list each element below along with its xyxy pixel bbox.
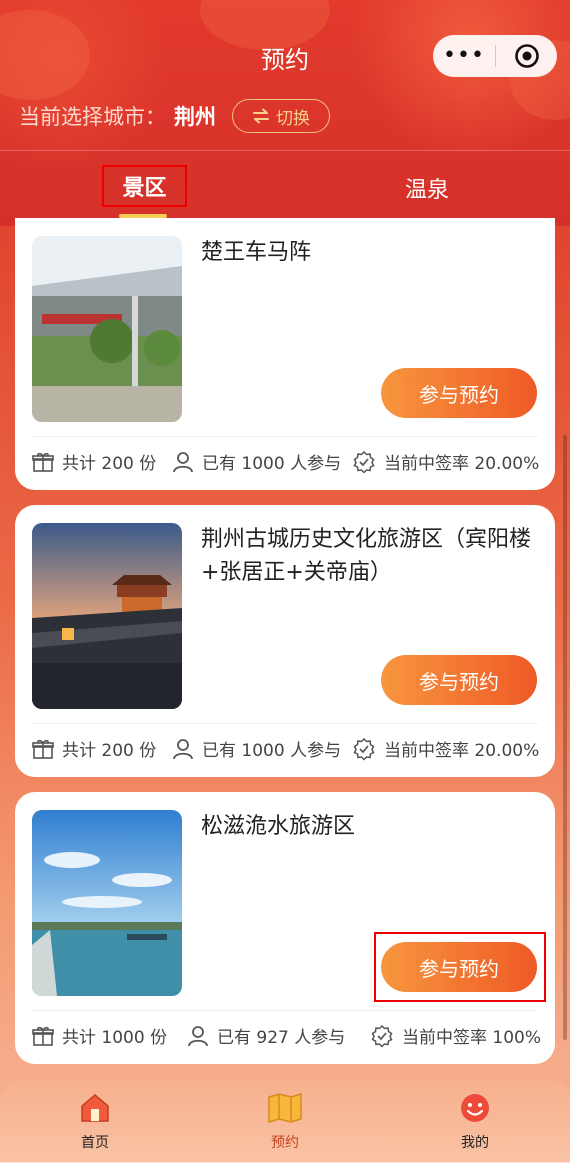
switch-city-button[interactable]: 切换 (232, 99, 330, 133)
book-button[interactable]: 参与预约 (381, 368, 537, 418)
tabbar-item-booking[interactable]: 预约 (245, 1092, 325, 1152)
switch-city-label: 切换 (276, 108, 310, 129)
scenic-name: 松滋洈水旅游区 (201, 814, 356, 839)
user-icon (173, 738, 193, 759)
participants: 已有 1000 人参与 (172, 449, 341, 474)
card-divider (32, 723, 538, 724)
bottom-tabbar: 首页 预约 我的 (0, 1080, 570, 1163)
tabbar-label-home: 首页 (81, 1135, 109, 1151)
tabbar-label-booking: 预约 (271, 1135, 299, 1151)
win-rate-text: 当前中签率 20.00% (384, 454, 540, 474)
scenic-card[interactable]: 荆州古城历史文化旅游区（宾阳楼+张居正+关帝庙） 参与预约 共计 200 份 已… (15, 505, 555, 777)
city-label: 当前选择城市： (19, 105, 166, 129)
total-quota-text: 共计 200 份 (62, 741, 157, 761)
tabbar-label-mine: 我的 (461, 1135, 489, 1151)
map-icon (268, 1092, 302, 1124)
header-divider (0, 150, 570, 151)
tabbar-item-home[interactable]: 首页 (55, 1092, 135, 1152)
scenic-thumbnail (32, 236, 182, 422)
scenic-thumbnail (32, 523, 182, 709)
scenic-name: 荆州古城历史文化旅游区（宾阳楼+张居正+关帝庙） (201, 527, 532, 585)
tabbar-item-mine[interactable]: 我的 (435, 1092, 515, 1152)
participants: 已有 1000 人参与 (172, 736, 341, 761)
tab-scenic-label: 景区 (122, 176, 167, 201)
total-quota: 共计 1000 份 (32, 1023, 167, 1048)
win-rate: 当前中签率 20.00% (352, 449, 539, 474)
scenic-card[interactable]: 松滋洈水旅游区 参与预约 共计 1000 份 已有 927 人参与 当前中签率 … (15, 792, 555, 1064)
tab-hot-spring-label: 温泉 (405, 178, 450, 203)
total-quota: 共计 200 份 (32, 449, 156, 474)
miniprogram-capsule: ••• (433, 35, 557, 77)
participants-text: 已有 1000 人参与 (202, 454, 342, 474)
highlight-box (374, 932, 546, 1002)
tab-hot-spring[interactable]: 温泉 (405, 172, 449, 204)
header: 预约 ••• 当前选择城市： 荆州 切换 景区 温泉 (0, 0, 570, 226)
user-icon (173, 451, 193, 472)
gift-icon (32, 1026, 54, 1046)
home-icon (81, 1094, 109, 1122)
total-quota-text: 共计 200 份 (62, 454, 157, 474)
participants-text: 已有 1000 人参与 (202, 741, 342, 761)
participants-text: 已有 927 人参与 (217, 1028, 346, 1048)
city-name: 荆州 (174, 105, 216, 129)
gift-icon (32, 739, 54, 759)
tab-scenic[interactable]: 景区 (102, 165, 187, 207)
swap-icon (253, 108, 269, 124)
gift-icon (32, 452, 54, 472)
more-icon[interactable]: ••• (433, 35, 495, 77)
scrollbar[interactable] (563, 435, 567, 1040)
win-rate: 当前中签率 20.00% (352, 736, 539, 761)
user-icon (188, 1025, 208, 1046)
verified-badge-icon (353, 737, 375, 761)
city-selector-row: 当前选择城市： 荆州 切换 (19, 98, 330, 134)
total-quota-text: 共计 1000 份 (62, 1028, 168, 1048)
book-button[interactable]: 参与预约 (381, 655, 537, 705)
win-rate-text: 当前中签率 20.00% (384, 741, 540, 761)
win-rate: 当前中签率 100% (370, 1023, 541, 1048)
card-divider (32, 436, 538, 437)
scenic-card[interactable]: 楚王车马阵 参与预约 共计 200 份 已有 1000 人参与 当前中签率 20… (15, 218, 555, 490)
participants: 已有 927 人参与 (187, 1023, 345, 1048)
close-miniprogram-icon[interactable] (496, 43, 557, 69)
verified-badge-icon (353, 450, 375, 474)
card-divider (32, 1010, 538, 1011)
smile-icon (461, 1094, 489, 1122)
total-quota: 共计 200 份 (32, 736, 156, 761)
scenic-thumbnail (32, 810, 182, 996)
verified-badge-icon (371, 1024, 393, 1048)
scenic-name: 楚王车马阵 (201, 240, 312, 265)
win-rate-text: 当前中签率 100% (402, 1028, 542, 1048)
